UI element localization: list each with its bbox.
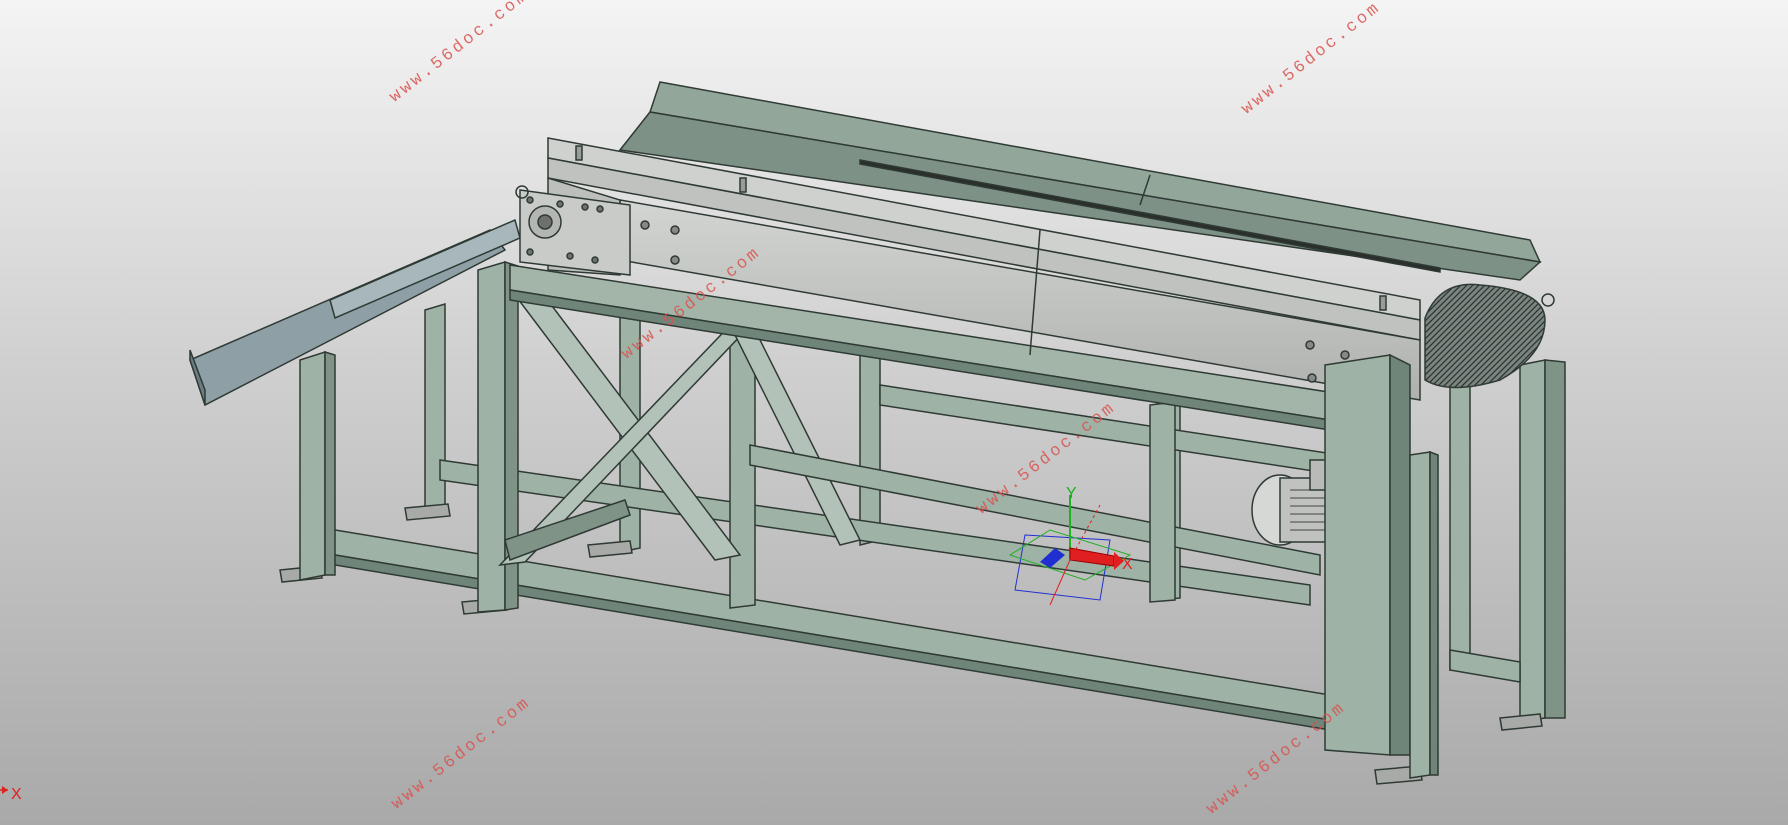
triad-y-label: Y bbox=[1066, 485, 1077, 502]
inclined-chute bbox=[189, 218, 521, 407]
corner-axis-x-label: X bbox=[11, 786, 22, 803]
cad-viewport[interactable]: X Y X www.56doc.com www.56doc.com www.56… bbox=[0, 0, 1788, 825]
corner-axis-indicator: X bbox=[0, 786, 22, 803]
triad-x-label: X bbox=[1122, 556, 1133, 573]
conveyor-assembly-model[interactable]: X Y X bbox=[0, 0, 1788, 825]
